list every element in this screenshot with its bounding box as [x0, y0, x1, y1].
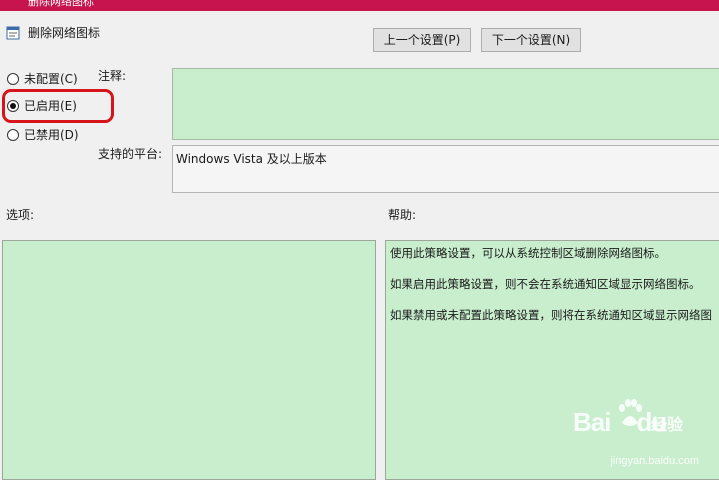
options-panel: [2, 240, 376, 480]
comment-textarea[interactable]: [172, 68, 719, 140]
previous-setting-button[interactable]: 上一个设置(P): [373, 28, 471, 52]
help-paragraph: 使用此策略设置，可以从系统控制区域删除网络图标。: [390, 246, 666, 260]
comment-label: 注释:: [98, 69, 127, 83]
policy-title: 删除网络图标: [28, 26, 101, 40]
supported-platform-label: 支持的平台:: [98, 147, 163, 161]
help-label: 帮助:: [388, 208, 417, 222]
radio-disabled-circle[interactable]: [7, 129, 19, 141]
help-panel: 使用此策略设置，可以从系统控制区域删除网络图标。 如果启用此策略设置，则不会在系…: [385, 240, 719, 480]
options-label: 选项:: [6, 208, 35, 222]
radio-not-configured-label: 未配置(C): [24, 72, 78, 86]
help-paragraph: 如果禁用或未配置此策略设置，则将在系统通知区域显示网络图: [390, 308, 712, 322]
radio-not-configured[interactable]: 未配置(C): [7, 69, 78, 89]
enabled-highlight-annotation: [2, 89, 114, 123]
supported-platform-value: Windows Vista 及以上版本: [172, 145, 719, 193]
radio-disabled-label: 已禁用(D): [24, 128, 79, 142]
policy-settings-icon: [6, 26, 20, 40]
window-titlebar: 删除网络图标: [0, 0, 719, 11]
radio-disabled[interactable]: 已禁用(D): [7, 125, 79, 145]
radio-not-configured-circle[interactable]: [7, 73, 19, 85]
watermark-url: jingyan.baidu.com: [610, 455, 699, 467]
help-paragraph: 如果启用此策略设置，则不会在系统通知区域显示网络图标。: [390, 277, 701, 291]
window-title: 删除网络图标: [28, 0, 94, 8]
next-setting-button[interactable]: 下一个设置(N): [481, 28, 581, 52]
